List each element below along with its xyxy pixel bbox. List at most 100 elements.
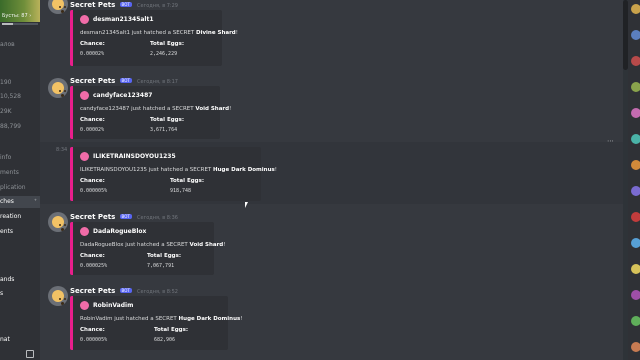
embed: DadaRogueBlox DadaRogueBlox just hatched… [70,222,225,275]
eggs-value: 7,067,791 [147,263,175,269]
message: Secret Pets BOT Сегодня, в 8:36 DadaRogu… [40,212,623,278]
member-avatar[interactable] [631,238,640,248]
member-avatar[interactable] [631,56,640,66]
message: Secret Pets BOT Сегодня, в 8:17 candyfac… [40,76,623,140]
author-name[interactable]: Secret Pets [70,77,115,85]
embed-author-name: candyface123487 [93,92,153,99]
member-avatar[interactable] [631,212,640,222]
member-avatar[interactable] [631,82,640,92]
embed-author-name: RobinVadim [93,302,134,309]
settings-icon[interactable] [26,350,34,358]
message: 8:34 ILIKETRAINSDOYOU1235 ILIKETRAINSDOY… [40,142,623,204]
sidebar-item[interactable]: nat [0,336,10,343]
pet-name: Void Shard [195,106,230,112]
desc-suffix: ! [229,106,232,112]
chance-label: Chance: [80,327,105,333]
message-header: Secret Pets BOT Сегодня, в 8:17 [70,77,178,85]
bot-tag: BOT [119,288,132,293]
user-avatar-icon [80,152,89,161]
chance-label: Chance: [80,41,105,47]
user-avatar-icon [80,91,89,100]
member-avatar[interactable] [631,186,640,196]
member-avatar[interactable] [631,264,640,274]
pet-name: Divine Shard [196,30,236,36]
eggs-label: Total Eggs: [170,178,205,184]
timestamp: Сегодня, в 7:29 [137,3,178,9]
embed-description: desman21345alt1 just hatched a SECRET Di… [80,30,238,36]
embed-description: ILIKETRAINSDOYOU1235 just hatched a SECR… [80,167,277,173]
author-name[interactable]: Secret Pets [70,1,115,9]
embed-author-name: desman21345alt1 [93,16,154,23]
sidebar-item[interactable]: ments [0,169,19,176]
desc-text: RobinVadim just hatched a SECRET [80,316,179,322]
member-avatar[interactable] [631,290,640,300]
sidebar-item[interactable]: info [0,154,11,161]
sidebar-item[interactable]: plication [0,184,26,191]
desc-suffix: ! [240,316,243,322]
chance-value: 0.000025% [80,263,108,269]
member-avatar[interactable] [631,4,640,14]
embed-description: candyface123487 just hatched a SECRET Vo… [80,106,231,112]
sidebar-item-label: ches [0,198,14,205]
timestamp: Сегодня, в 8:17 [137,79,178,85]
embed: candyface123487 candyface123487 just hat… [70,86,231,139]
desc-suffix: ! [223,242,226,248]
member-avatar[interactable] [631,160,640,170]
message: Secret Pets BOT Сегодня, в 8:52 RobinVad… [40,286,623,356]
message-list: Secret Pets BOT Сегодня, в 7:29 desman21… [40,0,623,360]
member-list [628,0,640,360]
chance-value: 0.000005% [80,337,108,343]
channel-sidebar: Бусты: 87 › алов 190 10,528 29K 88,799 i… [0,0,40,360]
member-avatar[interactable] [631,108,640,118]
hover-timestamp: 8:34 [56,147,68,153]
author-name[interactable]: Secret Pets [70,213,115,221]
bot-avatar[interactable] [48,0,68,14]
message-header: Secret Pets BOT Сегодня, в 8:36 [70,213,178,221]
sidebar-item[interactable]: алов [0,41,15,48]
sidebar-item[interactable]: ands [0,276,14,283]
embed-description: DadaRogueBlox just hatched a SECRET Void… [80,242,225,248]
desc-text: candyface123487 just hatched a SECRET [80,106,196,112]
timestamp: Сегодня, в 8:36 [137,215,178,221]
sidebar-item-selected[interactable]: ches ⁺ [0,196,40,208]
member-avatar[interactable] [631,134,640,144]
boost-progress-fill [2,23,13,25]
sidebar-item[interactable]: reation [0,213,21,220]
user-avatar-icon [80,227,89,236]
pet-name: Void Shard [189,242,224,248]
member-avatar[interactable] [631,316,640,326]
desc-text: DadaRogueBlox just hatched a SECRET [80,242,190,248]
user-avatar-icon [80,301,89,310]
bot-tag: BOT [119,2,132,7]
sidebar-item[interactable]: s [0,290,3,297]
desc-text: ILIKETRAINSDOYOU1235 just hatched a SECR… [80,167,214,173]
bot-tag: BOT [119,214,132,219]
chance-label: Chance: [80,253,105,259]
sidebar-item[interactable]: ents [0,228,13,235]
embed: RobinVadim RobinVadim just hatched a SEC… [70,296,243,350]
message: Secret Pets BOT Сегодня, в 7:29 desman21… [40,0,623,70]
sidebar-item[interactable]: 190 [0,79,11,86]
eggs-label: Total Eggs: [150,41,185,47]
sidebar-item[interactable]: 10,528 [0,93,21,100]
member-avatar[interactable] [631,30,640,40]
member-avatar[interactable] [631,342,640,352]
sidebar-item[interactable]: 29K [0,108,12,115]
embed: ILIKETRAINSDOYOU1235 ILIKETRAINSDOYOU123… [70,147,277,201]
bot-avatar[interactable] [48,212,68,232]
boost-counter[interactable]: Бусты: 87 › [2,13,31,19]
add-member-icon[interactable]: ⁺ [34,196,37,208]
bot-avatar[interactable] [48,286,68,306]
desc-suffix: ! [235,30,238,36]
eggs-value: 682,906 [154,337,176,343]
desc-suffix: ! [274,167,277,173]
embed: desman21345alt1 desman21345alt1 just hat… [70,10,238,66]
user-avatar-icon [80,15,89,24]
bot-avatar[interactable] [48,78,68,98]
eggs-label: Total Eggs: [150,117,185,123]
sidebar-item[interactable]: 88,799 [0,123,21,130]
author-name[interactable]: Secret Pets [70,287,115,295]
timestamp: Сегодня, в 8:52 [137,289,178,295]
more-options-icon[interactable]: ⋯ [607,137,615,145]
boost-progress-bar [2,23,38,25]
